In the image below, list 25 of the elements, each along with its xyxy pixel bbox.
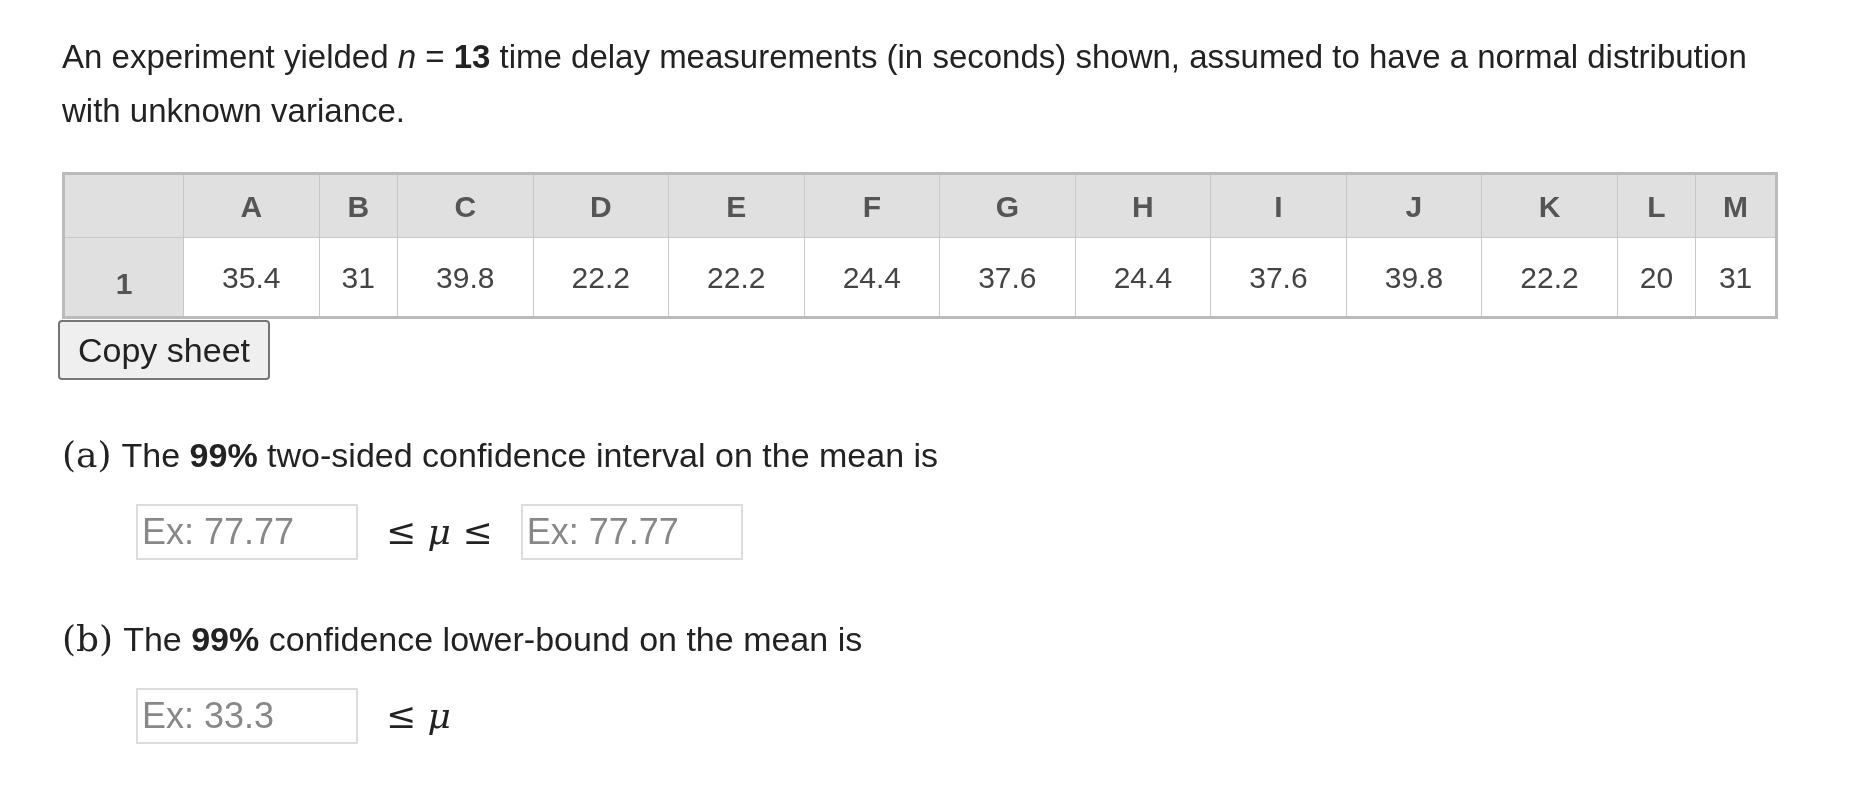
column-header: G — [939, 173, 1076, 238]
intro-text: An experiment yielded n = 13 time delay measurements (in seconds) shown, assumed to have a normal distribution with unknown variance. — [62, 37, 1748, 131]
column-header: K — [1481, 173, 1618, 238]
copy-sheet-button[interactable]: Copy sheet — [58, 320, 270, 380]
column-header: H — [1075, 173, 1211, 238]
answer-field[interactable]: Ex: 77.77 — [136, 504, 358, 560]
question-text: The 99% confidence lower-bound on the mean is — [123, 619, 863, 660]
question-label: (a) — [62, 433, 112, 477]
column-header: B — [319, 173, 398, 238]
column-header: D — [533, 173, 669, 238]
column-header: A — [183, 173, 320, 238]
column-header: F — [804, 173, 940, 238]
column-header: I — [1210, 173, 1347, 238]
math-relation: ≤ μ — [386, 694, 451, 738]
column-header: M — [1695, 173, 1777, 238]
column-header: J — [1346, 173, 1482, 238]
answer-field[interactable]: Ex: 77.77 — [520, 504, 743, 560]
answer-field[interactable]: Ex: 33.3 — [136, 688, 358, 744]
math-relation: ≤ μ ≤ — [386, 510, 493, 554]
row-header: 1 — [63, 237, 184, 318]
column-header: E — [668, 173, 805, 238]
question-label: (b) — [62, 617, 114, 661]
question-text: The 99% two-sided confidence interval on the mean is — [121, 435, 939, 476]
column-header: L — [1617, 173, 1696, 238]
column-header: C — [397, 173, 533, 238]
